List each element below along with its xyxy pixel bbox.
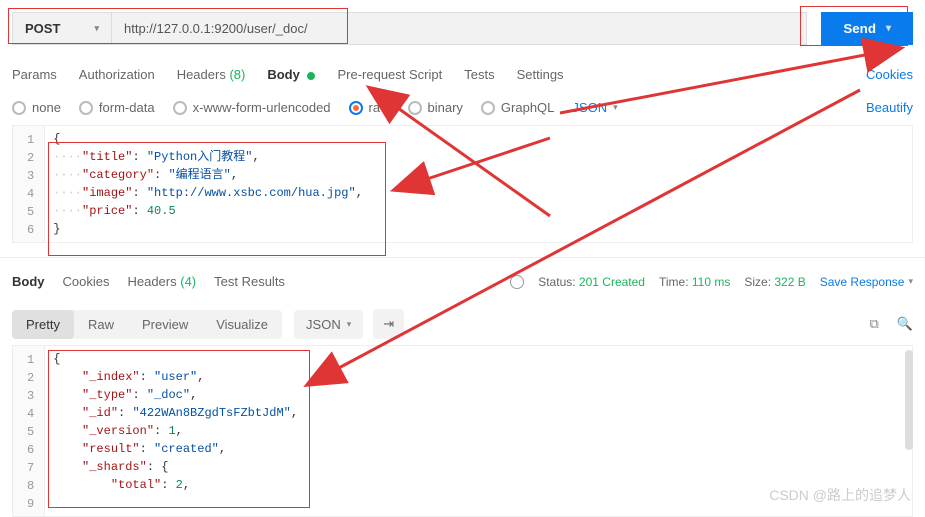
method-select[interactable]: POST ▾ (12, 12, 112, 45)
tab-params[interactable]: Params (12, 61, 57, 88)
view-preview[interactable]: Preview (128, 310, 202, 339)
globe-icon[interactable] (510, 275, 524, 289)
save-response[interactable]: Save Response ▾ (820, 275, 913, 289)
watermark: CSDN @路上的追梦人 (769, 485, 911, 505)
search-icon[interactable]: 🔍 (897, 316, 913, 332)
url-input[interactable]: http://127.0.0.1:9200/user/_doc/ (112, 12, 807, 45)
cookies-link[interactable]: Cookies (866, 67, 913, 82)
tab-prerequest[interactable]: Pre-request Script (337, 61, 442, 88)
chevron-down-icon: ▾ (347, 319, 352, 330)
resp-tab-body[interactable]: Body (12, 268, 45, 295)
chevron-down-icon: ▾ (613, 102, 618, 113)
radio-raw[interactable]: raw (349, 100, 390, 115)
tab-body[interactable]: Body (267, 61, 315, 88)
radio-formdata[interactable]: form-data (79, 100, 155, 115)
copy-icon[interactable]: ⧉ (870, 316, 879, 332)
method-value: POST (25, 21, 60, 36)
tab-tests[interactable]: Tests (464, 61, 494, 88)
radio-urlencoded[interactable]: x-www-form-urlencoded (173, 100, 331, 115)
raw-type-select[interactable]: JSON ▾ (572, 100, 617, 115)
view-pretty[interactable]: Pretty (12, 310, 74, 339)
resp-tab-cookies[interactable]: Cookies (63, 268, 110, 295)
view-visualize[interactable]: Visualize (202, 310, 282, 339)
code-area[interactable]: { ····"title": "Python入门教程", ····"catego… (45, 126, 912, 242)
dot-indicator (307, 72, 315, 80)
view-raw[interactable]: Raw (74, 310, 128, 339)
line-gutter: 123456789 (13, 346, 45, 516)
wrap-lines-button[interactable]: ⇥ (373, 309, 404, 339)
chevron-down-icon: ▾ (94, 23, 99, 34)
radio-graphql[interactable]: GraphQL (481, 100, 554, 115)
time-label: Time: 110 ms (659, 275, 730, 289)
radio-none[interactable]: none (12, 100, 61, 115)
tab-authorization[interactable]: Authorization (79, 61, 155, 88)
chevron-down-icon: ▾ (886, 23, 891, 34)
resp-tab-testresults[interactable]: Test Results (214, 268, 285, 295)
response-type-select[interactable]: JSON ▾ (294, 310, 363, 339)
tab-settings[interactable]: Settings (517, 61, 564, 88)
resp-tab-headers[interactable]: Headers (4) (127, 268, 196, 295)
chevron-down-icon: ▾ (908, 276, 913, 287)
tab-headers[interactable]: Headers (8) (177, 61, 246, 88)
status-label: Status: 201 Created (538, 275, 645, 289)
view-mode-tabs: Pretty Raw Preview Visualize (12, 310, 282, 339)
scrollbar[interactable] (905, 350, 913, 450)
beautify-link[interactable]: Beautify (866, 100, 913, 115)
send-button[interactable]: Send ▾ (821, 12, 913, 45)
radio-binary[interactable]: binary (408, 100, 463, 115)
size-label: Size: 322 B (744, 275, 805, 289)
line-gutter: 123456 (13, 126, 45, 242)
request-body-editor[interactable]: 123456 { ····"title": "Python入门教程", ····… (12, 125, 913, 243)
